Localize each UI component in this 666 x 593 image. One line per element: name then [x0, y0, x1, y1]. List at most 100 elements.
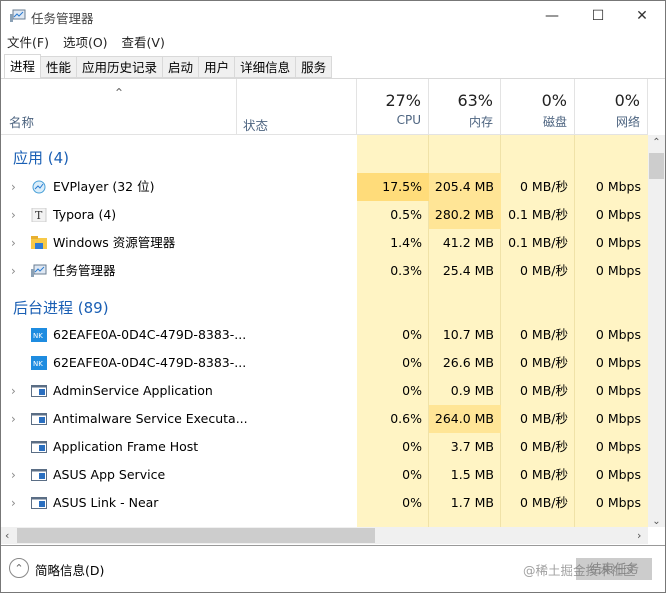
mem-value: 264.0 MB	[429, 405, 501, 433]
mem-value: 10.7 MB	[442, 327, 494, 342]
disk-value: 0 MB/秒	[520, 263, 568, 278]
scroll-down-icon[interactable]: ⌄	[648, 516, 665, 527]
close-button[interactable]: ✕	[619, 1, 665, 31]
memory-total: 63%	[457, 91, 493, 110]
group-label: 后台进程 (89)	[13, 299, 109, 317]
scroll-up-icon[interactable]: ⌃	[648, 135, 665, 151]
app-window-icon	[31, 496, 47, 510]
net-value: 0 Mbps	[595, 355, 641, 370]
cpu-value: 0%	[402, 495, 422, 510]
column-label: 内存	[468, 115, 493, 129]
expand-chevron-icon[interactable]: ›	[11, 173, 16, 201]
mem-value: 25.4 MB	[442, 263, 494, 278]
tab-performance[interactable]: 性能	[41, 56, 78, 78]
scroll-left-icon[interactable]: ‹	[5, 527, 9, 544]
task-manager-icon	[31, 264, 47, 278]
process-name: EVPlayer (32 位)	[53, 179, 155, 194]
mem-value: 41.2 MB	[442, 235, 494, 250]
tab-services[interactable]: 服务	[296, 56, 333, 78]
process-row[interactable]: NK 62EAFE0A-0D4C-479D-8383-... 0% 10.7 MB 0 …	[1, 321, 648, 349]
process-row[interactable]: › AdminService Application 0% 0.9 MB 0 MB/秒 0…	[1, 377, 648, 405]
column-header-disk[interactable]: 0% 磁盘	[501, 79, 575, 135]
expand-chevron-icon[interactable]: ›	[11, 201, 16, 229]
evplayer-icon	[31, 180, 47, 194]
net-value: 0 Mbps	[595, 495, 641, 510]
scroll-right-icon[interactable]: ›	[637, 527, 641, 544]
tab-processes[interactable]: 进程	[4, 54, 42, 78]
scroll-thumb[interactable]	[649, 153, 664, 179]
mem-value: 280.2 MB	[429, 201, 501, 229]
column-label: 状态	[243, 118, 269, 133]
process-row[interactable]: › T Typora (4) 0.5% 280.2 MB 0.1 MB/秒 0 Mbps	[1, 201, 648, 229]
tab-startup[interactable]: 启动	[163, 56, 200, 78]
network-total: 0%	[614, 91, 640, 110]
cpu-value: 0%	[402, 327, 422, 342]
process-row[interactable]: › EVPlayer (32 位) 17.5% 205.4 MB 0 MB/秒 0 Mbp…	[1, 173, 648, 201]
scroll-thumb[interactable]	[17, 528, 375, 543]
net-value: 0 Mbps	[595, 467, 641, 482]
nk-icon: NK	[31, 328, 47, 342]
process-row[interactable]: Application Frame Host 0% 3.7 MB 0 MB/秒 0 Mb…	[1, 433, 648, 461]
expand-chevron-icon[interactable]: ›	[11, 257, 16, 285]
process-row[interactable]: › ASUS Link - Near 0% 1.7 MB 0 MB/秒 0 Mbps	[1, 489, 648, 517]
vertical-scrollbar[interactable]: ⌃ ⌄	[648, 135, 665, 527]
net-value: 0 Mbps	[595, 263, 641, 278]
minimize-button[interactable]: —	[529, 1, 575, 31]
disk-value: 0 MB/秒	[520, 467, 568, 482]
process-row[interactable]: › Windows 资源管理器 1.4% 41.2 MB 0.1 MB/秒 0 Mbps	[1, 229, 648, 257]
column-header-status[interactable]: 状态	[237, 79, 357, 135]
column-header-memory[interactable]: 63% 内存	[429, 79, 501, 135]
mem-value: 26.6 MB	[442, 355, 494, 370]
process-row[interactable]: NK 62EAFE0A-0D4C-479D-8383-... 0% 26.6 MB 0 …	[1, 349, 648, 377]
mem-value: 3.7 MB	[450, 439, 494, 454]
column-label: 网络	[615, 115, 640, 129]
footer: ⌃ 简略信息(D) 结束任务 @稀土掘金技术社区	[1, 545, 665, 593]
column-label: 名称	[9, 115, 35, 130]
net-value: 0 Mbps	[595, 327, 641, 342]
typora-icon: T	[31, 207, 47, 223]
tab-details[interactable]: 详细信息	[235, 56, 297, 78]
process-row[interactable]: › 任务管理器 0.3% 25.4 MB 0 MB/秒 0 Mbps	[1, 257, 648, 285]
maximize-button[interactable]: ☐	[575, 1, 621, 31]
title-bar: 任务管理器 — ☐ ✕	[1, 1, 665, 31]
net-value: 0 Mbps	[595, 411, 641, 426]
expand-chevron-icon[interactable]: ›	[11, 377, 16, 405]
column-label: CPU	[396, 113, 421, 127]
chevron-up-circle-icon[interactable]: ⌃	[9, 558, 29, 578]
disk-value: 0 MB/秒	[520, 327, 568, 342]
disk-value: 0 MB/秒	[520, 439, 568, 454]
tab-app-history[interactable]: 应用历史记录	[77, 56, 164, 78]
disk-value: 0 MB/秒	[520, 411, 568, 426]
disk-value: 0.1 MB/秒	[508, 207, 568, 222]
svg-text:NK: NK	[33, 332, 43, 340]
column-header-cpu[interactable]: 27% CPU	[357, 79, 429, 135]
menu-options[interactable]: 选项(O)	[63, 32, 108, 52]
process-row[interactable]: › Antimalware Service Executa... 0.6% 264.0…	[1, 405, 648, 433]
tab-bar: 进程 性能 应用历史记录 启动 用户 详细信息 服务	[4, 54, 333, 78]
expand-chevron-icon[interactable]: ›	[11, 229, 16, 257]
disk-value: 0 MB/秒	[520, 495, 568, 510]
cpu-total: 27%	[385, 91, 421, 110]
process-row[interactable]: › ASUS App Service 0% 1.5 MB 0 MB/秒 0 Mbps	[1, 461, 648, 489]
process-name: Typora (4)	[53, 207, 117, 222]
cpu-value: 0.6%	[390, 411, 422, 426]
expand-chevron-icon[interactable]: ›	[11, 405, 16, 433]
horizontal-scrollbar[interactable]: ‹ ›	[1, 527, 648, 544]
fewer-details-link[interactable]: 简略信息(D)	[35, 560, 104, 579]
cpu-value: 17.5%	[357, 173, 429, 201]
process-name: Application Frame Host	[53, 439, 199, 454]
menu-file[interactable]: 文件(F)	[7, 32, 49, 52]
watermark: @稀土掘金技术社区	[523, 563, 636, 578]
expand-chevron-icon[interactable]: ›	[11, 461, 16, 489]
menu-view[interactable]: 查看(V)	[122, 32, 165, 52]
column-label: 磁盘	[542, 115, 567, 129]
tab-users[interactable]: 用户	[199, 56, 236, 78]
column-header-network[interactable]: 0% 网络	[575, 79, 648, 135]
column-header-name[interactable]: ⌃ 名称	[1, 79, 237, 135]
mem-value: 1.5 MB	[450, 467, 494, 482]
process-name: Windows 资源管理器	[53, 235, 176, 250]
folder-icon	[31, 236, 47, 250]
app-window-icon	[31, 412, 47, 426]
expand-chevron-icon[interactable]: ›	[11, 489, 16, 517]
process-name: 62EAFE0A-0D4C-479D-8383-...	[53, 327, 247, 342]
